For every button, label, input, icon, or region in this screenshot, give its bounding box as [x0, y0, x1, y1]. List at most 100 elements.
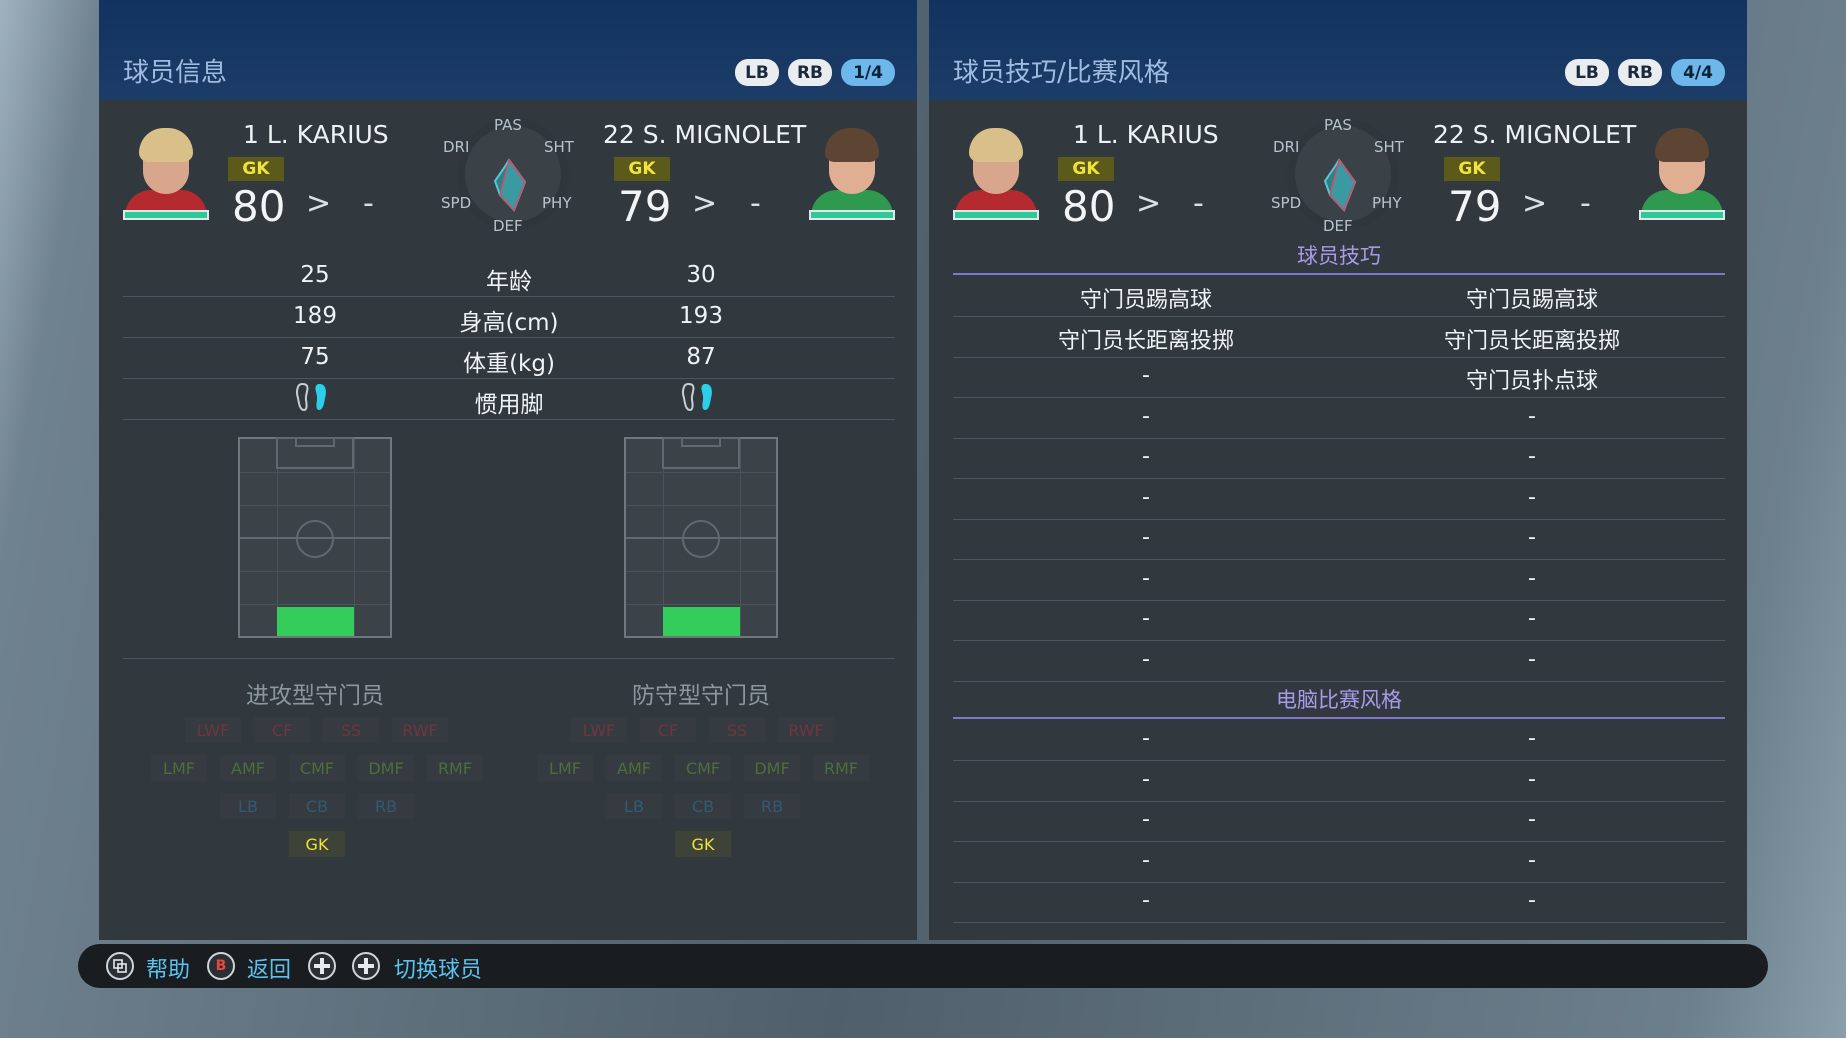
help-label[interactable]: 帮助: [146, 952, 190, 984]
skill-row: --: [953, 641, 1725, 682]
skill-row: 守门员长距离投掷 守门员长距离投掷: [953, 317, 1725, 358]
player2-com-style-row: -: [1528, 766, 1536, 792]
com-style-row: --: [953, 882, 1725, 923]
player2-photo: [809, 128, 895, 222]
player1-skill-row: -: [1142, 646, 1150, 672]
player2-rating: 79: [618, 182, 672, 231]
player2-photo: [1639, 128, 1725, 222]
radar-label-def: DEF: [1323, 217, 1353, 235]
player2-next-rating: -: [750, 186, 761, 221]
pos-rwf: RWF: [392, 717, 448, 743]
pos-cb: CB: [289, 793, 345, 819]
panel-nav-pills: LB RB 4/4: [1556, 59, 1725, 86]
page-indicator: 1/4: [841, 59, 895, 86]
switch-player-label[interactable]: 切换球员: [394, 952, 482, 984]
pos-cf: CF: [640, 717, 696, 743]
player1-com-style-row: -: [1142, 888, 1150, 913]
player2-foot-icon: [682, 382, 712, 412]
skills-playstyle-panel: 球员技巧/比赛风格 LB RB 4/4 1 L. KARIUS GK 80 > …: [929, 0, 1747, 940]
radar-label-sht: SHT: [544, 138, 574, 156]
pos-cmf: CMF: [289, 755, 345, 781]
radar-label-phy: PHY: [542, 194, 572, 212]
pos-rb: RB: [744, 793, 800, 819]
height-label: 身高(cm): [459, 310, 559, 336]
back-label[interactable]: 返回: [247, 952, 291, 984]
player2-weight: 87: [686, 344, 716, 370]
pos-gk: GK: [289, 831, 345, 857]
player2-name: 22 S. MIGNOLET: [1433, 120, 1637, 149]
player1-name: 1 L. KARIUS: [243, 120, 389, 149]
player1-skill-row: -: [1142, 403, 1150, 429]
player1-position-badge: GK: [1058, 157, 1114, 181]
player2-position-pitch: [624, 437, 778, 638]
player1-skill-row: -: [1142, 606, 1150, 631]
skill-row: --: [953, 560, 1725, 601]
player2-position-badge: GK: [1444, 157, 1500, 181]
player1-rating: 80: [232, 182, 286, 231]
player1-height: 189: [293, 303, 337, 329]
rb-button[interactable]: RB: [1618, 59, 1662, 86]
dpad-icon[interactable]: [308, 952, 336, 980]
pos-dmf: DMF: [744, 755, 800, 781]
lb-button[interactable]: LB: [735, 59, 779, 86]
player2-skill-row: -: [1528, 484, 1536, 510]
pos-lmf: LMF: [537, 755, 593, 781]
rb-button[interactable]: RB: [788, 59, 832, 86]
skill-row: --: [953, 519, 1725, 560]
view-button-icon[interactable]: [106, 952, 134, 980]
player2-skill-row: -: [1528, 403, 1536, 429]
player2-skill-row: -: [1528, 606, 1536, 631]
section-divider: [123, 658, 895, 659]
com-style-section-title: 电脑比赛风格: [1276, 688, 1402, 712]
player2-gk-zone: [663, 607, 740, 636]
player2-skill-row: -: [1528, 565, 1536, 591]
player2-com-style-row: -: [1528, 726, 1536, 751]
player2-position-badge: GK: [614, 157, 670, 181]
lb-button[interactable]: LB: [1565, 59, 1609, 86]
skill-row: --: [953, 600, 1725, 641]
player1-position-grid: LWF CF SS RWF LMF AMF CMF DMF RMF LB CB …: [151, 717, 483, 863]
weight-row: 75 体重(kg) 87: [123, 338, 895, 379]
player2-skill-row: -: [1528, 525, 1536, 550]
player1-arrow: >: [306, 186, 332, 221]
player2-skill-row: 守门员扑点球: [1465, 369, 1598, 394]
pos-ss: SS: [709, 717, 765, 743]
radar-label-phy: PHY: [1372, 194, 1402, 212]
player1-foot-icon: [296, 382, 326, 412]
player1-age: 25: [300, 262, 330, 288]
radar-label-spd: SPD: [441, 194, 472, 212]
player1-skill-row: -: [1142, 565, 1150, 591]
ability-radar: PAS SHT PHY DEF SPD DRI: [434, 110, 584, 235]
skills-section-line: [953, 273, 1725, 275]
pos-gk: GK: [675, 831, 731, 857]
b-button-icon[interactable]: B: [207, 952, 235, 980]
panel-title: 球员技巧/比赛风格: [953, 58, 1170, 88]
weight-label: 体重(kg): [463, 351, 555, 377]
player1-rating: 80: [1062, 182, 1116, 231]
panel-title: 球员信息: [123, 58, 228, 88]
player2-name: 22 S. MIGNOLET: [603, 120, 807, 149]
player1-gk-zone: [277, 607, 354, 636]
radar-label-pas: PAS: [494, 116, 522, 134]
com-style-row: --: [953, 842, 1725, 883]
player1-skill-row: -: [1142, 444, 1150, 469]
player1-play-style: 进攻型守门员: [246, 683, 384, 709]
player2-com-style-row: -: [1528, 847, 1536, 873]
ability-radar: PAS SHT PHY DEF SPD DRI: [1264, 110, 1414, 235]
player1-next-rating: -: [363, 186, 374, 221]
player1-arrow: >: [1136, 186, 1162, 221]
pos-cmf: CMF: [675, 755, 731, 781]
pos-ss: SS: [323, 717, 379, 743]
radar-label-sht: SHT: [1374, 138, 1404, 156]
player2-height: 193: [679, 303, 723, 329]
age-row: 25 年龄 30: [123, 256, 895, 297]
player1-skill-row: -: [1142, 525, 1150, 550]
foot-label: 惯用脚: [474, 392, 544, 418]
player1-position-badge: GK: [228, 157, 284, 181]
pos-cf: CF: [254, 717, 310, 743]
age-label: 年龄: [486, 269, 532, 295]
player1-com-style-row: -: [1142, 847, 1150, 873]
player1-name: 1 L. KARIUS: [1073, 120, 1219, 149]
dpad-icon[interactable]: [352, 952, 380, 980]
player2-skill-row: -: [1528, 646, 1536, 672]
